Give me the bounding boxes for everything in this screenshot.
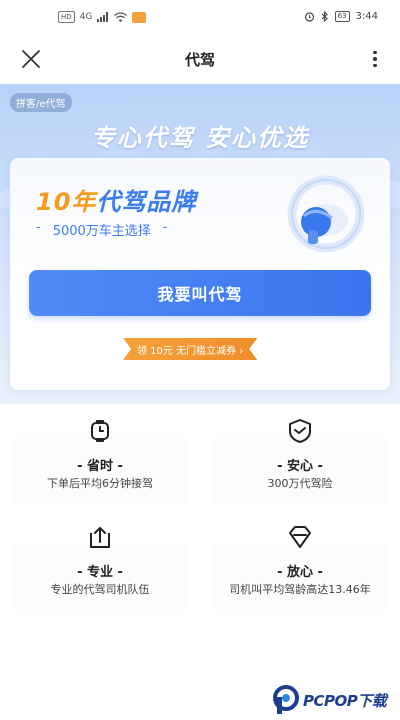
feature-title: - 安心 - [277, 459, 323, 474]
source-tag: 拼客/e代驾 [10, 93, 72, 112]
features-grid: - 省时 - 下单后平均6分钟接驾 - 安心 - 300万代驾险 - 专业 - … [0, 406, 400, 626]
diamond-icon [289, 526, 311, 548]
subtitle-text: 5000万车主选择 [52, 224, 151, 239]
status-time: 3:44 [355, 11, 378, 22]
brand-text: 代驾品牌 [96, 188, 197, 216]
feature-save-time: - 省时 - 下单后平均6分钟接驾 [0, 406, 200, 510]
feature-peace-of-mind: - 安心 - 300万代驾险 [200, 406, 400, 510]
hd-indicator: HD [58, 11, 75, 23]
feature-professional: - 专业 - 专业的代驾司机队伍 [0, 512, 200, 616]
feature-title: - 专业 - [77, 565, 123, 580]
stopwatch-icon [91, 420, 109, 442]
feature-title: - 省时 - [77, 459, 123, 474]
hero-slogan: 专心代驾 安心优选 [90, 124, 310, 152]
wifi-icon [114, 12, 128, 22]
status-bar: HD 4G 63 3:44 [0, 0, 400, 36]
brand-years: 10年 [36, 188, 97, 216]
badge-upload-icon [90, 527, 110, 548]
cellular-icon: 4G [79, 12, 93, 22]
call-driver-button[interactable]: 我要叫代驾 [29, 270, 371, 316]
brand-subtitle: - 5000万车主选择 - [36, 220, 168, 239]
signal-icon [97, 12, 109, 22]
subtitle-dash: - [36, 220, 41, 235]
notification-app-icon [132, 11, 147, 23]
feature-description: 300万代驾险 [267, 477, 333, 490]
hero-banner: 拼客/e代驾 专心代驾 安心优选 10年代驾品牌 - 5000万车主选择 - 我… [0, 84, 400, 404]
watermark-text: PCPOP下载 [303, 691, 387, 710]
page-title: 代驾 [184, 51, 215, 69]
watermark: PCPOP下载 [272, 684, 396, 716]
pcpop-logo-icon [273, 685, 299, 714]
status-right-icons: 63 3:44 [304, 11, 378, 22]
feature-reassurance: - 放心 - 司机叫平均驾龄高达13.46年 [200, 512, 400, 616]
alarm-icon [304, 12, 314, 22]
title-bar: 代驾 [0, 36, 400, 82]
feature-description: 下单后平均6分钟接驾 [47, 477, 153, 490]
feature-description: 司机叫平均驾龄高达13.46年 [229, 583, 371, 596]
brand-headline: 10年代驾品牌 [36, 182, 196, 217]
more-dot [373, 50, 377, 55]
steering-wheel-icon [287, 175, 364, 253]
more-options-button[interactable] [368, 46, 382, 72]
coupon-button[interactable]: 领 10元 无门槛立减券 › [123, 338, 258, 360]
feature-title: - 放心 - [277, 565, 323, 580]
bluetooth-icon [321, 11, 328, 22]
status-left-icons: HD 4G [58, 11, 147, 23]
battery-indicator: 63 [334, 11, 350, 22]
shield-check-icon [289, 419, 311, 443]
feature-description: 专业的代驾司机队伍 [50, 583, 150, 596]
subtitle-dash: - [162, 220, 168, 235]
more-dot [373, 57, 377, 61]
more-dot [373, 63, 377, 68]
order-card: 10年代驾品牌 - 5000万车主选择 - 我要叫代驾 领 10元 无门槛立减券… [10, 158, 390, 390]
